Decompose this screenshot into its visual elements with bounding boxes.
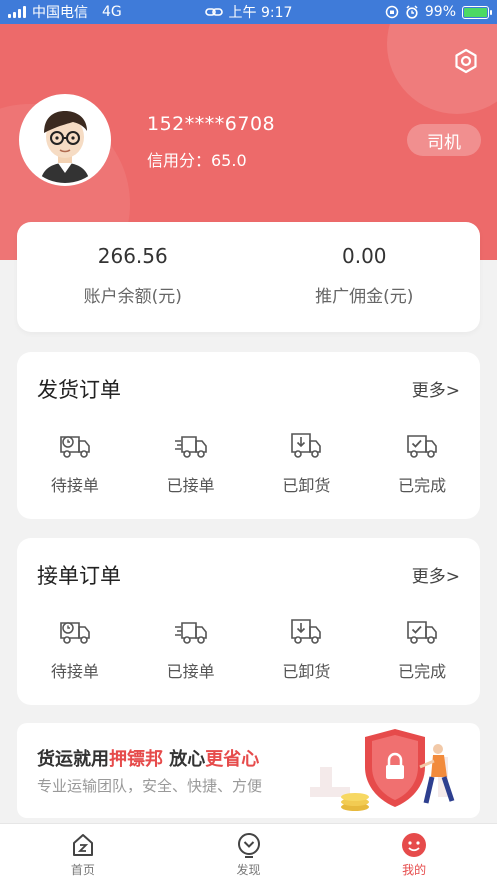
accepted-pending-button[interactable]: 待接单 [17,616,133,682]
tab-discover-label: 发现 [236,863,261,877]
commission[interactable]: 0.00 推广佣金(元) [249,222,481,332]
banner-subtitle: 专业运输团队，安全、快捷、方便 [37,777,263,795]
banner-headline: 货运就用押镖邦 放心更省心 [37,745,259,771]
shipping-accepted-button[interactable]: 已接单 [133,430,249,496]
shipping-accepted-label: 已接单 [166,476,215,495]
clock: 上午 9:17 [228,5,293,21]
shipping-unloaded-button[interactable]: 已卸货 [249,430,365,496]
accepted-unloaded-button[interactable]: 已卸货 [249,616,365,682]
alarm-icon [406,5,418,19]
profile-icon [402,833,427,857]
truck-unload-icon [291,433,322,458]
tab-profile[interactable]: 我的 [331,824,497,883]
security-shield-illustration [310,729,455,811]
orientation-lock-icon [385,5,399,19]
battery-icon [462,5,492,19]
signal-icon [8,6,26,18]
battery-percent: 99% [424,4,456,20]
accepted-orders-card: 接单订单 更多> 待接单 已接单 已卸货 已完成 [17,538,480,705]
accepted-orders-more-link[interactable]: 更多> [412,562,460,587]
user-phone: 152****6708 [147,113,276,135]
tab-discover[interactable]: 发现 [166,824,332,883]
truck-clock-icon [60,436,90,458]
accepted-accepted-label: 已接单 [166,662,215,681]
settings-button[interactable] [451,46,481,76]
tab-home[interactable]: 首页 [0,824,166,883]
settings-icon [455,48,477,74]
bottom-tab-bar: 首页 发现 我的 [0,823,497,883]
shipping-orders-card: 发货订单 更多> 待接单 已接单 已卸货 已完成 [17,352,480,519]
shipping-completed-button[interactable]: 已完成 [364,430,480,496]
truck-fast-icon [174,622,207,644]
home-icon [72,834,93,856]
balance-card: 266.56 账户余额(元) 0.00 推广佣金(元) [17,222,480,332]
account-balance-label: 账户余额(元) [83,287,182,307]
accepted-accepted-button[interactable]: 已接单 [133,616,249,682]
commission-value: 0.00 [341,244,387,268]
shipping-orders-more-link[interactable]: 更多> [412,376,460,401]
account-balance-value: 266.56 [97,244,168,268]
truck-check-icon [407,621,437,644]
avatar[interactable] [19,94,111,186]
accepted-orders-title: 接单订单 [37,564,121,588]
truck-fast-icon [174,436,207,458]
truck-unload-icon [291,619,322,644]
role-badge[interactable]: 司机 [407,124,481,156]
banner-part1: 货运就用 [37,749,109,770]
carrier: 中国电信 [32,5,88,21]
tab-profile-label: 我的 [402,863,427,877]
discover-icon [237,833,260,858]
avatar-icon [22,97,108,183]
shipping-orders-title: 发货订单 [37,378,121,402]
truck-clock-icon [60,622,90,644]
banner-brand: 押镖邦 [109,749,163,770]
accepted-unloaded-label: 已卸货 [282,662,331,681]
account-balance[interactable]: 266.56 账户余额(元) [17,222,249,332]
accepted-completed-label: 已完成 [398,662,447,681]
link-icon [204,8,223,16]
accepted-completed-button[interactable]: 已完成 [364,616,480,682]
credit-score: 信用分：65.0 [147,151,247,170]
promo-banner[interactable]: 货运就用押镖邦 放心更省心 专业运输团队，安全、快捷、方便 [17,723,480,818]
shipping-pending-label: 待接单 [50,476,99,495]
status-bar: 中国电信 4G 上午 9:17 99% [0,0,497,24]
network-type: 4G [102,4,122,20]
shipping-pending-button[interactable]: 待接单 [17,430,133,496]
shipping-unloaded-label: 已卸货 [282,476,331,495]
accepted-pending-label: 待接单 [50,662,99,681]
banner-highlight: 更省心 [205,749,260,770]
banner-part2: 放心 [163,749,206,770]
commission-label: 推广佣金(元) [315,287,414,307]
truck-check-icon [407,435,437,458]
shipping-completed-label: 已完成 [398,476,447,495]
tab-home-label: 首页 [70,863,95,877]
